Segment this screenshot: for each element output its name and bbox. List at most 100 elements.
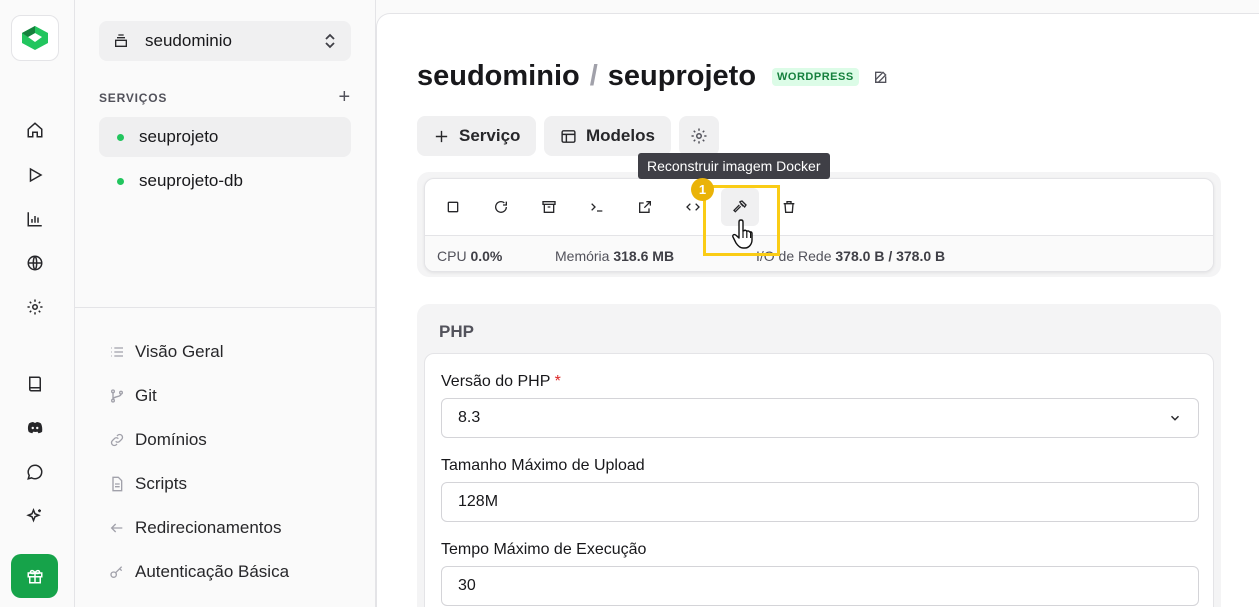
list-icon <box>111 347 123 357</box>
service-name: seuprojeto-db <box>139 171 243 190</box>
memory-label: Memória <box>555 248 610 264</box>
link-icon <box>110 433 124 447</box>
php-version-select[interactable]: 8.3 <box>441 398 1199 438</box>
add-service-icon[interactable]: + <box>339 86 351 109</box>
globe-icon[interactable] <box>21 249 49 277</box>
archive-icon <box>542 201 556 213</box>
cpu-value: 0.0% <box>470 248 503 264</box>
execution-time-input[interactable]: 30 <box>441 566 1199 606</box>
templates-label: Modelos <box>586 126 655 145</box>
project-name: seudominio <box>417 60 580 92</box>
nav-item-git[interactable]: Git <box>109 381 157 411</box>
templates-button[interactable]: Modelos <box>544 116 671 156</box>
icon-rail <box>0 0 75 607</box>
php-section-title: PHP <box>439 322 474 341</box>
execution-time-label: Tempo Máximo de Execução <box>441 541 647 558</box>
php-version-label: Versão do PHP * <box>441 373 561 391</box>
app: seudominio SERVIÇOS + seuprojeto seuproj… <box>0 0 1259 607</box>
network-value: 378.0 B / 378.0 B <box>835 248 946 264</box>
service-title: seuprojeto <box>607 60 757 92</box>
page-title: seudominio / seuprojeto WORDPRESS <box>417 60 889 93</box>
add-service-button[interactable]: Serviço <box>417 116 537 156</box>
title-separator: / <box>589 60 598 92</box>
service-status-card: CPU 0.0% Memória 318.6 MB I/O de Rede 37… <box>424 178 1214 272</box>
home-icon[interactable] <box>21 116 49 144</box>
logo-icon <box>22 26 48 50</box>
settings-button[interactable] <box>679 116 719 156</box>
terminal-icon <box>591 203 603 212</box>
nav-label: Domínios <box>135 430 207 449</box>
nav-item-domains[interactable]: Domínios <box>109 425 207 455</box>
environment-select[interactable]: seudominio <box>99 21 351 61</box>
discord-icon[interactable] <box>21 414 49 442</box>
chevron-up-down-icon <box>325 33 335 49</box>
php-version-label-text: Versão do PHP <box>441 373 551 390</box>
stop-button[interactable] <box>434 188 472 226</box>
app-logo[interactable] <box>11 15 59 61</box>
external-link-icon <box>639 201 651 213</box>
chevron-down-icon <box>1170 415 1180 421</box>
network-metric: I/O de Rede 378.0 B / 378.0 B <box>756 248 945 264</box>
nav-label: Scripts <box>135 474 187 493</box>
memory-metric: Memória 318.6 MB <box>555 248 674 264</box>
edit-icon[interactable] <box>873 69 889 85</box>
service-metrics: CPU 0.0% Memória 318.6 MB I/O de Rede 37… <box>425 235 1213 271</box>
wordpress-badge: WORDPRESS <box>772 67 859 86</box>
main-panel: seudominio / seuprojeto WORDPRESS Serviç… <box>376 13 1259 607</box>
bar-chart-icon[interactable] <box>21 205 49 233</box>
php-settings-card: Versão do PHP * 8.3 Tamanho Máximo de Up… <box>424 353 1214 607</box>
terminal-button[interactable] <box>578 188 616 226</box>
required-mark: * <box>554 373 561 390</box>
status-dot <box>117 133 124 141</box>
key-icon <box>110 566 123 578</box>
nav-item-basic-auth[interactable]: Autenticação Básica <box>109 557 289 587</box>
upload-size-input[interactable]: 128M <box>441 482 1199 522</box>
chat-bubble-icon[interactable] <box>21 458 49 486</box>
trash-icon <box>783 201 795 213</box>
upload-size-value: 128M <box>458 493 499 510</box>
nav-item-redirects[interactable]: Redirecionamentos <box>109 513 281 543</box>
service-name: seuprojeto <box>139 127 219 146</box>
services-header: SERVIÇOS + <box>99 86 351 109</box>
nav-label: Redirecionamentos <box>135 518 282 537</box>
nav-item-scripts[interactable]: Scripts <box>109 469 187 499</box>
stack-icon <box>115 34 127 47</box>
sidebar-divider <box>75 307 376 308</box>
cpu-metric: CPU 0.0% <box>437 248 502 264</box>
nav-item-overview[interactable]: Visão Geral <box>109 337 224 367</box>
php-version-value: 8.3 <box>458 409 481 426</box>
sidebar: seudominio SERVIÇOS + seuprojeto seuproj… <box>75 0 376 607</box>
environment-name: seudominio <box>145 31 232 50</box>
annotation-step-badge: 1 <box>691 178 714 201</box>
git-branch-icon <box>111 389 123 403</box>
nav-label: Git <box>135 386 157 405</box>
cpu-label: CPU <box>437 248 467 264</box>
add-service-label: Serviço <box>459 126 521 145</box>
archive-button[interactable] <box>530 188 568 226</box>
book-icon[interactable] <box>21 370 49 398</box>
gift-button[interactable] <box>11 554 58 598</box>
services-title: SERVIÇOS <box>99 90 168 105</box>
hand-pointer-cursor-icon <box>732 219 753 249</box>
execution-time-value: 30 <box>458 577 476 594</box>
upload-size-label: Tamanho Máximo de Upload <box>441 457 645 474</box>
memory-value: 318.6 MB <box>613 248 675 264</box>
gear-icon[interactable] <box>21 293 49 321</box>
plus-icon <box>435 130 448 142</box>
service-item-seuprojeto[interactable]: seuprojeto <box>99 117 351 157</box>
restart-button[interactable] <box>482 188 520 226</box>
php-section: PHP Versão do PHP * 8.3 Tamanho Máximo d… <box>417 304 1221 607</box>
nav-label: Visão Geral <box>135 342 224 361</box>
stop-icon <box>447 201 459 213</box>
play-icon[interactable] <box>21 161 49 189</box>
arrow-left-icon <box>110 523 123 533</box>
service-status-panel: CPU 0.0% Memória 318.6 MB I/O de Rede 37… <box>417 172 1221 277</box>
nav-label: Autenticação Básica <box>135 562 290 581</box>
refresh-icon <box>495 200 507 213</box>
status-dot <box>117 177 124 185</box>
code-icon <box>686 203 700 211</box>
service-item-seuprojeto-db[interactable]: seuprojeto-db <box>99 161 351 201</box>
sparkles-icon[interactable] <box>21 502 49 530</box>
open-external-button[interactable] <box>626 188 664 226</box>
gear-icon <box>691 128 707 144</box>
